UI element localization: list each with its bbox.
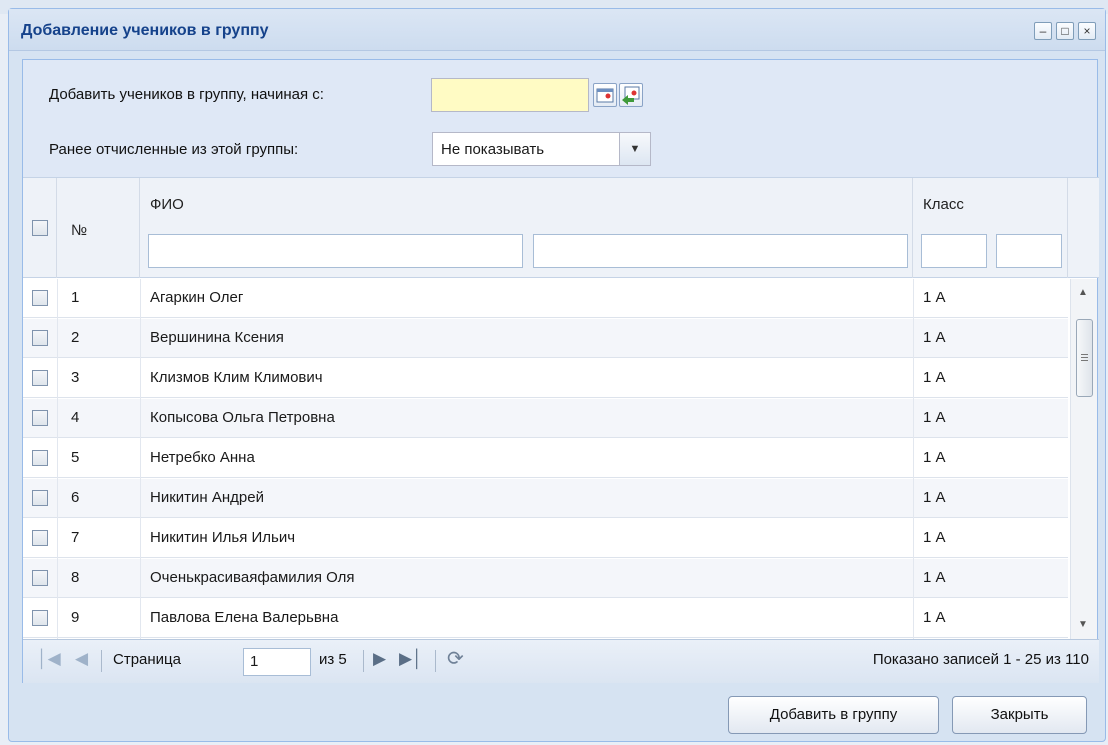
table-row[interactable]: 7 Никитин Илья Ильич 1 А bbox=[23, 519, 1068, 558]
column-divider bbox=[57, 279, 58, 639]
row-fio: Никитин Илья Ильич bbox=[150, 529, 296, 546]
header-fio-column[interactable]: ФИО bbox=[140, 178, 913, 278]
expelled-label: Ранее отчисленные из этой группы: bbox=[49, 141, 299, 158]
expelled-select[interactable]: Не показывать ▼ bbox=[432, 132, 651, 166]
grid-scrollbar[interactable]: ▲ ▼ bbox=[1070, 279, 1097, 639]
refresh-icon[interactable]: ⟳ bbox=[447, 646, 464, 671]
row-number: 9 bbox=[71, 609, 80, 626]
last-page-icon[interactable]: ▶│ bbox=[399, 649, 423, 669]
grid-header: № ФИО Класс bbox=[23, 177, 1099, 278]
row-checkbox[interactable] bbox=[32, 610, 48, 626]
maximize-icon[interactable]: □ bbox=[1056, 22, 1074, 40]
column-divider bbox=[140, 279, 141, 639]
row-number: 7 bbox=[71, 529, 80, 546]
dialog-window: Добавление учеников в группу – □ × Добав… bbox=[8, 8, 1106, 742]
column-header-class: Класс bbox=[923, 196, 964, 213]
page-label: Страница bbox=[113, 651, 181, 668]
add-to-group-button[interactable]: Добавить в группу bbox=[728, 696, 939, 734]
row-fio: Павлова Елена Валерьвна bbox=[150, 609, 339, 626]
table-row[interactable]: 9 Павлова Елена Валерьвна 1 А bbox=[23, 599, 1068, 638]
minimize-icon[interactable]: – bbox=[1034, 22, 1052, 40]
select-all-checkbox[interactable] bbox=[32, 220, 48, 236]
start-date-input[interactable] bbox=[431, 78, 589, 112]
header-class-column[interactable]: Класс bbox=[913, 178, 1068, 278]
row-number: 5 bbox=[71, 449, 80, 466]
row-number: 2 bbox=[71, 329, 80, 346]
table-row[interactable]: 2 Вершинина Ксения 1 А bbox=[23, 319, 1068, 358]
row-class: 1 А bbox=[923, 329, 946, 346]
table-row[interactable]: 3 Клизмов Клим Климович 1 А bbox=[23, 359, 1068, 398]
grid-body: 1 Агаркин Олег 1 А 2 Вершинина Ксения 1 А 3 Кли… bbox=[23, 279, 1068, 639]
table-row[interactable]: 4 Копысова Ольга Петровна 1 А bbox=[23, 399, 1068, 438]
row-checkbox[interactable] bbox=[32, 290, 48, 306]
row-checkbox[interactable] bbox=[32, 570, 48, 586]
column-header-fio: ФИО bbox=[150, 196, 184, 213]
row-number: 3 bbox=[71, 369, 80, 386]
close-icon[interactable]: × bbox=[1078, 22, 1096, 40]
page-count-label: из 5 bbox=[319, 651, 347, 668]
table-row[interactable]: 6 Никитин Андрей 1 А bbox=[23, 479, 1068, 518]
row-class: 1 А bbox=[923, 289, 946, 306]
scroll-up-icon[interactable]: ▲ bbox=[1078, 287, 1088, 298]
row-fio: Никитин Андрей bbox=[150, 489, 264, 506]
fio-filter-input-2[interactable] bbox=[533, 234, 908, 268]
close-button[interactable]: Закрыть bbox=[952, 696, 1087, 734]
start-date-label: Добавить учеников в группу, начиная с: bbox=[49, 86, 324, 103]
scrollbar-thumb[interactable] bbox=[1076, 319, 1093, 397]
filter-form: Добавить учеников в группу, начиная с: Р… bbox=[23, 60, 1097, 177]
row-checkbox[interactable] bbox=[32, 330, 48, 346]
row-class: 1 А bbox=[923, 529, 946, 546]
class-filter-input-2[interactable] bbox=[996, 234, 1062, 268]
row-fio: Вершинина Ксения bbox=[150, 329, 284, 346]
row-checkbox[interactable] bbox=[32, 530, 48, 546]
row-number: 4 bbox=[71, 409, 80, 426]
today-date-icon[interactable] bbox=[619, 83, 643, 107]
chevron-down-icon[interactable]: ▼ bbox=[619, 133, 650, 165]
row-fio: Нетребко Анна bbox=[150, 449, 255, 466]
dialog-titlebar[interactable]: Добавление учеников в группу – □ × bbox=[9, 9, 1105, 51]
first-page-icon[interactable]: │◀ bbox=[37, 649, 61, 669]
dialog-title: Добавление учеников в группу bbox=[21, 22, 269, 39]
row-class: 1 А bbox=[923, 409, 946, 426]
row-checkbox[interactable] bbox=[32, 490, 48, 506]
scroll-down-icon[interactable]: ▼ bbox=[1078, 619, 1088, 630]
row-number: 8 bbox=[71, 569, 80, 586]
header-select-column bbox=[23, 178, 57, 278]
row-fio: Агаркин Олег bbox=[150, 289, 244, 306]
fio-filter-input-1[interactable] bbox=[148, 234, 523, 268]
row-class: 1 А bbox=[923, 449, 946, 466]
dialog-content: Добавить учеников в группу, начиная с: Р… bbox=[22, 59, 1099, 683]
next-page-icon[interactable]: ▶ bbox=[373, 649, 386, 669]
expelled-select-value: Не показывать bbox=[441, 141, 545, 158]
records-summary: Показано записей 1 - 25 из 110 bbox=[872, 651, 1089, 668]
column-divider bbox=[913, 279, 914, 639]
row-fio: Оченькрасиваяфамилия Оля bbox=[150, 569, 355, 586]
row-checkbox[interactable] bbox=[32, 410, 48, 426]
row-number: 1 bbox=[71, 289, 80, 306]
table-row[interactable]: 8 Оченькрасиваяфамилия Оля 1 А bbox=[23, 559, 1068, 598]
previous-page-icon[interactable]: ◀ bbox=[75, 649, 88, 669]
calendar-icon[interactable] bbox=[593, 83, 617, 107]
header-number-column[interactable]: № bbox=[57, 178, 140, 278]
page-number-input[interactable]: 1 bbox=[243, 648, 311, 676]
row-fio: Клизмов Клим Климович bbox=[150, 369, 323, 386]
row-class: 1 А bbox=[923, 569, 946, 586]
column-header-number: № bbox=[71, 222, 88, 239]
row-checkbox[interactable] bbox=[32, 450, 48, 466]
row-fio: Копысова Ольга Петровна bbox=[150, 409, 335, 426]
class-filter-input-1[interactable] bbox=[921, 234, 987, 268]
table-row[interactable]: 1 Агаркин Олег 1 А bbox=[23, 279, 1068, 318]
row-class: 1 А bbox=[923, 609, 946, 626]
paging-toolbar: │◀ ◀ Страница 1 из 5 ▶ ▶│ ⟳ Показано зап… bbox=[23, 639, 1099, 683]
row-class: 1 А bbox=[923, 489, 946, 506]
row-number: 6 bbox=[71, 489, 80, 506]
table-row[interactable]: 5 Нетребко Анна 1 А bbox=[23, 439, 1068, 478]
row-checkbox[interactable] bbox=[32, 370, 48, 386]
row-class: 1 А bbox=[923, 369, 946, 386]
